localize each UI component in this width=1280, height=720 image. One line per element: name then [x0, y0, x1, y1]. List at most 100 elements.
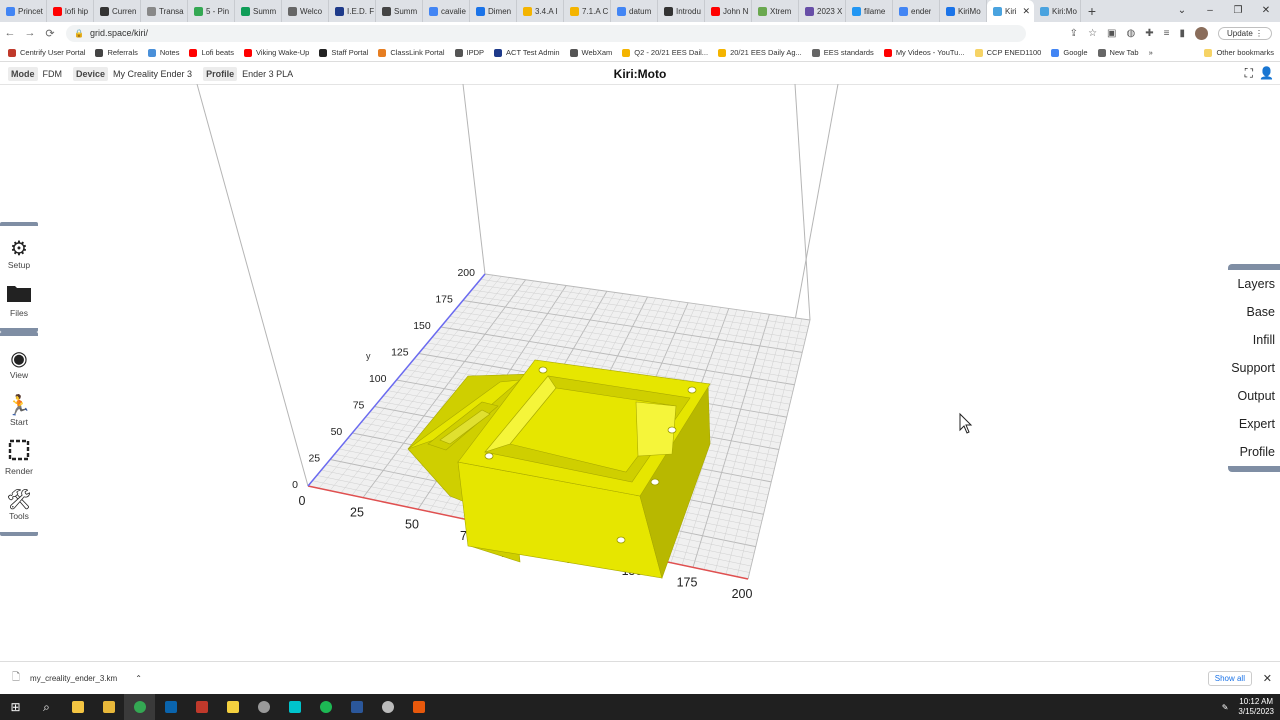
user-icon[interactable]: 👤: [1259, 66, 1274, 81]
window-dropdown-icon[interactable]: ⌄: [1168, 0, 1196, 22]
bookmark-item[interactable]: Google: [1051, 48, 1088, 57]
bookmark-item[interactable]: 20/21 EES Daily Ag...: [718, 48, 802, 57]
browser-tab[interactable]: Introdu: [658, 0, 705, 22]
browser-tab[interactable]: lofi hip: [47, 0, 94, 22]
forward-icon[interactable]: →: [20, 27, 40, 39]
sidepanel-icon[interactable]: ▮: [1179, 28, 1185, 39]
profile-label[interactable]: Profile: [203, 66, 238, 81]
device-value[interactable]: My Creality Ender 3: [110, 67, 195, 81]
reload-icon[interactable]: ⟳: [40, 27, 60, 40]
bookmark-item[interactable]: Q2 - 20/21 EES Dail...: [622, 48, 708, 57]
bookmark-item[interactable]: EES standards: [811, 48, 874, 57]
snip-icon[interactable]: [186, 694, 217, 720]
window-close-icon[interactable]: ✕: [1252, 0, 1280, 22]
files-button[interactable]: Files: [0, 277, 38, 324]
bookmark-item[interactable]: Referrals: [95, 48, 138, 57]
browser-tab[interactable]: John N: [705, 0, 752, 22]
browser-tab[interactable]: 7.1.A C: [564, 0, 611, 22]
canva-icon[interactable]: [279, 694, 310, 720]
bookmark-item[interactable]: New Tab: [1097, 48, 1139, 57]
download-item[interactable]: 🗋 my_creality_ender_3.km ⌃: [0, 670, 142, 687]
sticky-notes-icon[interactable]: [217, 694, 248, 720]
browser-tab[interactable]: I.E.D. F: [329, 0, 376, 22]
steam-extension-icon[interactable]: ◍: [1126, 28, 1135, 39]
bookmark-item[interactable]: ACT Test Admin: [494, 48, 560, 57]
tools-button[interactable]: 🛠 Tools: [0, 481, 38, 528]
bookmark-item[interactable]: Staff Portal: [319, 48, 368, 57]
bookmark-star-icon[interactable]: ☆: [1088, 28, 1097, 39]
clock[interactable]: 10:12 AM 3/15/2023: [1238, 697, 1274, 717]
menu-item-profile[interactable]: Profile: [1228, 438, 1280, 466]
bookmark-item[interactable]: My Videos - YouTu...: [883, 48, 965, 57]
bookmark-item[interactable]: WebXam: [569, 48, 612, 57]
puzzle-icon[interactable]: ✚: [1145, 28, 1153, 39]
disc-icon[interactable]: [372, 694, 403, 720]
folder-app-icon[interactable]: [93, 694, 124, 720]
update-button[interactable]: Update ⋮: [1217, 26, 1272, 40]
new-tab-button[interactable]: +: [1081, 3, 1103, 19]
media-icon[interactable]: ≡: [1164, 28, 1170, 39]
mode-value[interactable]: FDM: [40, 67, 66, 81]
bookmark-item[interactable]: Notes: [147, 48, 179, 57]
start-button[interactable]: 🏃 Start: [0, 387, 38, 434]
menu-item-base[interactable]: Base: [1228, 298, 1280, 326]
build-viewport[interactable]: 0255075100125150175200025507510012515017…: [0, 84, 1280, 660]
bookmark-item[interactable]: CCP ENED1100: [974, 48, 1041, 57]
browser-tab[interactable]: ender: [893, 0, 940, 22]
share-icon[interactable]: ⇪: [1070, 28, 1078, 39]
office-icon[interactable]: [403, 694, 434, 720]
windows-start-icon[interactable]: ⊞: [0, 694, 31, 720]
extension-icon[interactable]: ▣: [1107, 28, 1116, 39]
browser-tab[interactable]: Transa: [141, 0, 188, 22]
avatar[interactable]: [1194, 26, 1208, 40]
close-icon[interactable]: ✕: [1263, 672, 1272, 685]
menu-item-output[interactable]: Output: [1228, 382, 1280, 410]
menu-item-support[interactable]: Support: [1228, 354, 1280, 382]
bookmark-item[interactable]: IPDP: [454, 48, 484, 57]
tab-close-icon[interactable]: ✕: [1022, 6, 1030, 17]
menu-item-expert[interactable]: Expert: [1228, 410, 1280, 438]
bookmarks-overflow-icon[interactable]: »: [1149, 48, 1153, 57]
bookmark-item[interactable]: Lofi beats: [189, 48, 234, 57]
bookmark-item[interactable]: Centrify User Portal: [8, 48, 85, 57]
file-explorer-icon[interactable]: [62, 694, 93, 720]
device-label[interactable]: Device: [73, 66, 109, 81]
bookmark-item[interactable]: Viking Wake-Up: [244, 48, 309, 57]
browser-tab[interactable]: Princet: [0, 0, 47, 22]
browser-tab[interactable]: datum: [611, 0, 658, 22]
menu-item-infill[interactable]: Infill: [1228, 326, 1280, 354]
setup-button[interactable]: ⚙ Setup: [0, 230, 38, 277]
url-field[interactable]: 🔒 grid.space/kiri/: [66, 24, 1026, 42]
chrome-icon[interactable]: [124, 694, 155, 720]
other-bookmarks[interactable]: Other bookmarks: [1204, 48, 1274, 57]
chevron-up-icon[interactable]: ⌃: [135, 674, 142, 683]
minimize-icon[interactable]: –: [1196, 0, 1224, 22]
profile-value[interactable]: Ender 3 PLA: [239, 67, 296, 81]
show-all-button[interactable]: Show all: [1207, 671, 1252, 686]
search-icon[interactable]: ⌕: [31, 694, 62, 720]
outlook-icon[interactable]: [155, 694, 186, 720]
mode-label[interactable]: Mode: [8, 66, 38, 81]
browser-tab[interactable]: KiriMo: [940, 0, 987, 22]
bookmark-item[interactable]: ClassLink Portal: [378, 48, 445, 57]
pen-icon[interactable]: ✎: [1222, 703, 1229, 712]
spotify-icon[interactable]: [310, 694, 341, 720]
menu-item-layers[interactable]: Layers: [1228, 270, 1280, 298]
fullscreen-icon[interactable]: ⛶: [1245, 66, 1253, 81]
browser-tab[interactable]: Welco: [282, 0, 329, 22]
back-icon[interactable]: ←: [0, 27, 20, 39]
restore-icon[interactable]: ❐: [1224, 0, 1252, 22]
view-button[interactable]: ◉ View: [0, 340, 38, 387]
browser-tab[interactable]: 5 - Pin: [188, 0, 235, 22]
render-button[interactable]: Render: [0, 434, 38, 481]
browser-tab[interactable]: cavalie: [423, 0, 470, 22]
browser-tab[interactable]: Curren: [94, 0, 141, 22]
browser-tab[interactable]: 2023 X: [799, 0, 846, 22]
browser-tab[interactable]: 3.4.A I: [517, 0, 564, 22]
browser-tab[interactable]: filame: [846, 0, 893, 22]
browser-tab[interactable]: Summ: [376, 0, 423, 22]
browser-tab[interactable]: Summ: [235, 0, 282, 22]
browser-tab[interactable]: Kiri ✕: [987, 0, 1034, 22]
browser-tab[interactable]: Xtrem: [752, 0, 799, 22]
app-icon[interactable]: [248, 694, 279, 720]
